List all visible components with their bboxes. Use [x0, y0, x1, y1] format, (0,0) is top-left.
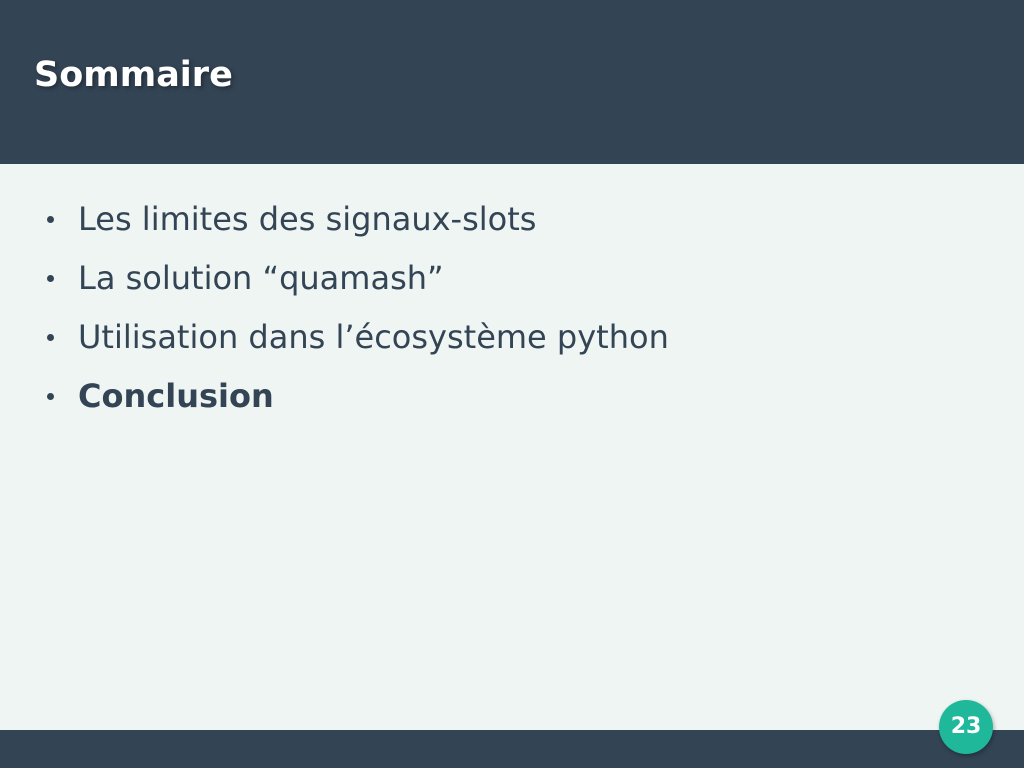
page-number-badge: 23	[939, 700, 993, 754]
agenda-item: Utilisation dans l’écosystème python	[44, 314, 669, 373]
agenda-item-current: Conclusion	[44, 373, 669, 432]
agenda-item-label: La solution “quamash”	[78, 259, 444, 297]
agenda-list: Les limites des signaux-slots La solutio…	[44, 196, 669, 432]
bullet-icon	[47, 393, 54, 400]
agenda-item: Les limites des signaux-slots	[44, 196, 669, 255]
slide-header: Sommaire	[0, 0, 1024, 164]
bullet-icon	[47, 275, 54, 282]
slide-content: Les limites des signaux-slots La solutio…	[0, 164, 1024, 730]
bullet-icon	[47, 334, 54, 341]
agenda-item: La solution “quamash”	[44, 255, 669, 314]
bullet-icon	[47, 216, 54, 223]
slide: Sommaire Les limites des signaux-slots L…	[0, 0, 1024, 768]
agenda-item-label: Les limites des signaux-slots	[78, 200, 537, 238]
slide-footer	[0, 730, 1024, 768]
agenda-item-label: Conclusion	[78, 377, 274, 415]
agenda-item-label: Utilisation dans l’écosystème python	[78, 318, 669, 356]
slide-title: Sommaire	[34, 55, 233, 95]
